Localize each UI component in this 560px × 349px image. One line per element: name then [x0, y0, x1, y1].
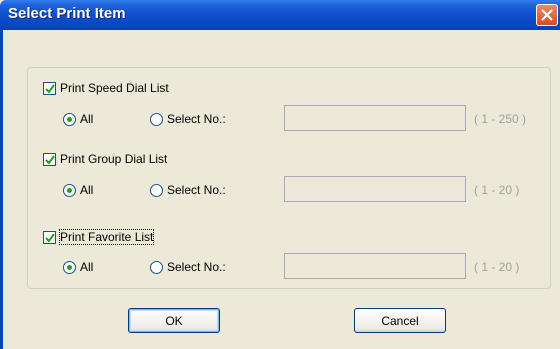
group-dial-select-radio[interactable]	[150, 183, 163, 197]
title-bar[interactable]: Select Print Item	[0, 0, 560, 30]
window-border	[0, 30, 3, 349]
speed-dial-all-label: All	[80, 112, 94, 126]
select-print-item-dialog: Select Print Item Print Speed Dial List …	[0, 0, 560, 349]
speed-dial-select-radio-row[interactable]: Select No.:	[150, 112, 226, 126]
group-dial-checkbox[interactable]	[43, 152, 56, 166]
favorite-list-select-radio-row[interactable]: Select No.:	[150, 260, 226, 274]
checkmark-icon	[45, 154, 55, 165]
favorite-list-checkbox-row[interactable]: Print Favorite List	[43, 229, 155, 245]
group-dial-all-radio[interactable]	[63, 183, 76, 197]
favorite-list-checkbox-label: Print Favorite List	[58, 229, 155, 245]
speed-dial-all-radio[interactable]	[63, 112, 76, 126]
window-title: Select Print Item	[8, 5, 126, 22]
group-dial-select-label: Select No.:	[167, 183, 226, 197]
speed-dial-all-radio-row[interactable]: All	[63, 112, 93, 126]
group-dial-checkbox-row[interactable]: Print Group Dial List	[43, 152, 167, 166]
favorite-list-range: ( 1 - 20 )	[474, 260, 520, 274]
favorite-list-all-radio[interactable]	[63, 260, 76, 274]
favorite-list-number-input[interactable]	[284, 253, 466, 279]
group-dial-checkbox-label: Print Group Dial List	[60, 152, 168, 166]
favorite-list-checkbox[interactable]	[43, 230, 56, 244]
favorite-list-all-label: All	[80, 260, 94, 274]
speed-dial-range: ( 1 - 250 )	[474, 112, 527, 126]
group-dial-number-input[interactable]	[284, 176, 466, 202]
checkmark-icon	[45, 232, 55, 243]
group-dial-all-label: All	[80, 183, 94, 197]
ok-button[interactable]: OK	[128, 308, 220, 333]
speed-dial-select-label: Select No.:	[167, 112, 226, 126]
speed-dial-select-radio[interactable]	[150, 112, 163, 126]
checkmark-icon	[45, 83, 55, 94]
speed-dial-checkbox-label: Print Speed Dial List	[60, 81, 169, 95]
favorite-list-select-radio[interactable]	[150, 260, 163, 274]
speed-dial-checkbox-row[interactable]: Print Speed Dial List	[43, 81, 169, 95]
close-button[interactable]	[536, 4, 558, 26]
group-dial-all-radio-row[interactable]: All	[63, 183, 93, 197]
cancel-button[interactable]: Cancel	[354, 308, 446, 333]
group-dial-range: ( 1 - 20 )	[474, 183, 520, 197]
favorite-list-all-radio-row[interactable]: All	[63, 260, 93, 274]
favorite-list-select-label: Select No.:	[167, 260, 226, 274]
close-icon	[541, 9, 553, 21]
group-dial-select-radio-row[interactable]: Select No.:	[150, 183, 226, 197]
speed-dial-number-input[interactable]	[284, 105, 466, 131]
speed-dial-checkbox[interactable]	[43, 81, 56, 95]
